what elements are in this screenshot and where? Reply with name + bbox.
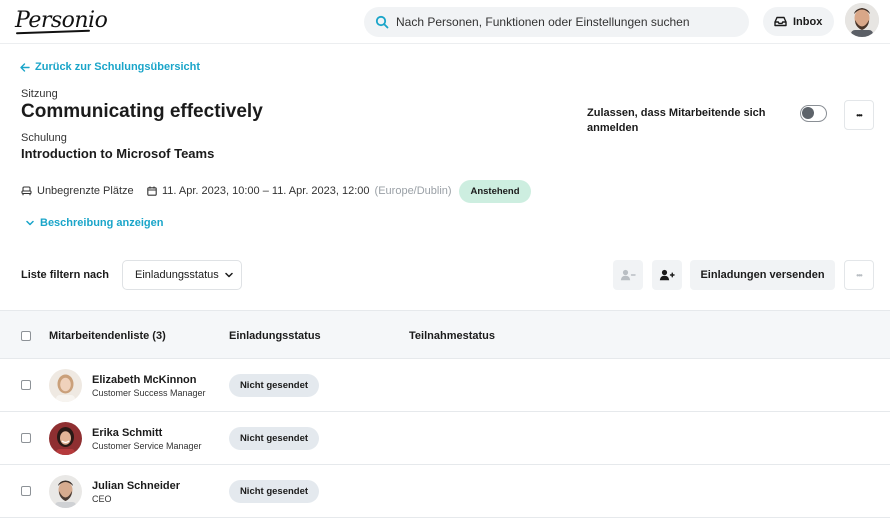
page-title: Communicating effectively [21,101,263,122]
column-header-invite-status[interactable]: Einladungsstatus [229,330,321,342]
user-avatar-image [845,3,879,37]
more-icon: ••• [856,270,862,280]
employee-role: Customer Service Manager [92,441,202,451]
invitation-status-filter[interactable]: Einladungsstatus [122,260,242,290]
column-header-attendance-status[interactable]: Teilnahmestatus [409,330,495,342]
timezone-text: (Europe/Dublin) [374,185,452,197]
invitation-status-badge: Nicht gesendet [229,374,319,397]
seat-icon [21,186,32,196]
select-all-checkbox[interactable] [21,331,31,341]
top-bar: Personio Inbox [0,0,890,44]
training-title: Introduction to Microsof Teams [21,146,215,161]
table-row[interactable]: Julian Schneider CEO Nicht gesendet [0,465,890,518]
more-options-button[interactable]: ••• [844,100,874,130]
employee-role: CEO [92,494,112,504]
employee-avatar [49,369,82,402]
datetime-text: 11. Apr. 2023, 10:00 – 11. Apr. 2023, 12… [162,185,370,197]
calendar-icon [147,186,157,196]
row-checkbox[interactable] [21,433,31,443]
session-label: Sitzung [21,88,58,100]
table-more-options-button[interactable]: ••• [844,260,874,290]
session-status-badge: Anstehend [459,180,531,203]
training-label: Schulung [21,132,67,144]
seats-text: Unbegrenzte Plätze [37,185,134,197]
user-plus-icon [659,269,675,281]
datetime-info: 11. Apr. 2023, 10:00 – 11. Apr. 2023, 12… [147,185,452,197]
show-description-label: Beschreibung anzeigen [40,217,164,229]
arrow-left-icon [20,62,30,72]
more-icon: ••• [856,110,862,120]
show-description-toggle[interactable]: Beschreibung anzeigen [26,217,163,229]
seats-info: Unbegrenzte Plätze [21,185,134,197]
back-to-trainings-link[interactable]: Zurück zur Schulungsübersicht [20,61,200,73]
allow-signup-toggle[interactable] [800,105,827,122]
column-header-employees[interactable]: Mitarbeitendenliste (3) [49,330,166,342]
send-invitations-button[interactable]: Einladungen versenden [690,260,835,290]
search-input[interactable] [396,7,741,37]
back-link-label: Zurück zur Schulungsübersicht [35,61,201,73]
employee-avatar [49,422,82,455]
row-checkbox[interactable] [21,486,31,496]
user-minus-icon [620,269,636,281]
remove-participant-button[interactable] [613,260,643,290]
filter-select-value: Einladungsstatus [135,269,219,281]
inbox-label: Inbox [793,15,823,28]
inbox-button[interactable]: Inbox [763,7,834,36]
employee-role: Customer Success Manager [92,388,206,398]
filter-label: Liste filtern nach [21,269,110,281]
invitation-status-badge: Nicht gesendet [229,427,319,450]
inbox-icon [774,16,787,27]
employee-name[interactable]: Julian Schneider [92,480,180,492]
table-header: Mitarbeitendenliste (3) Einladungsstatus… [0,310,890,359]
employee-photo [49,369,82,402]
row-checkbox[interactable] [21,380,31,390]
employee-name[interactable]: Erika Schmitt [92,427,162,439]
chevron-down-icon [26,220,34,226]
invitation-status-badge: Nicht gesendet [229,480,319,503]
search-bar[interactable] [364,7,749,37]
table-row[interactable]: Erika Schmitt Customer Service Manager N… [0,412,890,465]
employee-photo [49,475,82,508]
allow-signup-label: Zulassen, dass Mitarbeitende sich anmeld… [587,107,766,134]
chevron-down-icon [225,272,233,278]
employee-photo [49,422,82,455]
employee-name[interactable]: Elizabeth McKinnon [92,374,197,386]
table-row[interactable]: Elizabeth McKinnon Customer Success Mana… [0,359,890,412]
personio-logo[interactable]: Personio [15,8,108,33]
search-icon [375,15,389,29]
employee-avatar [49,475,82,508]
user-avatar[interactable] [845,3,879,37]
add-participant-button[interactable] [652,260,682,290]
